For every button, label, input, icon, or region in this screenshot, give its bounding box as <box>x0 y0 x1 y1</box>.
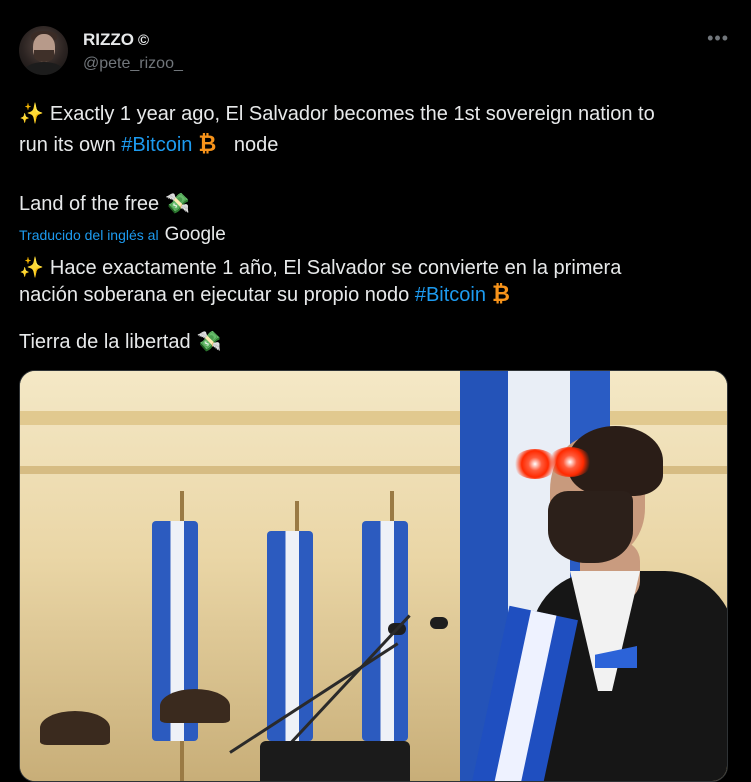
user-names: RIZZO © @pete_rizoo_ <box>83 30 183 73</box>
bitcoin-hashtag-link[interactable]: #Bitcoin <box>121 134 192 156</box>
person-beard <box>548 491 633 563</box>
tweet-header: RIZZO © @pete_rizoo_ ••• <box>19 22 731 78</box>
sparkle-icon: ✨ <box>19 257 44 279</box>
translated-text-line1: ✨ Hace exactamente 1 año, El Salvador se … <box>19 254 621 282</box>
translated-by-google[interactable]: Traducido del inglés al Google <box>19 224 226 246</box>
display-name-text[interactable]: RIZZO <box>83 30 134 50</box>
trans-line3-text: Tierra de la libertad <box>19 331 191 353</box>
money-icon: 💸 <box>196 331 222 353</box>
line3-text: Land of the free <box>19 193 160 215</box>
line2-suffix: node <box>233 134 279 156</box>
bitcoin-icon: ₿ <box>198 131 217 156</box>
translated-text-line2: nación soberana en ejecutar su propio no… <box>19 280 510 309</box>
google-logo: Google <box>164 224 226 245</box>
avatar-beard <box>34 50 54 62</box>
tweet-text-line2: run its own #Bitcoin ₿ node <box>19 130 278 159</box>
tweet-text-line3: Land of the free 💸 <box>19 190 190 218</box>
display-name[interactable]: RIZZO © <box>83 30 183 50</box>
tweet-media-image[interactable] <box>19 370 728 782</box>
podium <box>260 741 410 781</box>
more-options-icon[interactable]: ••• <box>707 28 729 49</box>
sparkle-icon: ✨ <box>19 103 44 125</box>
avatar-shirt <box>24 62 64 75</box>
microphone-head <box>430 617 448 629</box>
line1-text: Exactly 1 year ago, El Salvador becomes … <box>49 103 655 125</box>
translated-label: Traducido del inglés al <box>19 227 159 243</box>
guard-hat <box>40 711 110 745</box>
translated-text-line3: Tierra de la libertad 💸 <box>19 328 221 356</box>
bitcoin-icon: ₿ <box>492 281 510 306</box>
user-handle[interactable]: @pete_rizoo_ <box>83 55 183 73</box>
line2-prefix: run its own <box>19 134 122 156</box>
user-avatar[interactable] <box>19 26 68 75</box>
guard-hat <box>160 689 230 723</box>
flag-image <box>267 531 313 741</box>
bitcoin-hashtag-link[interactable]: #Bitcoin <box>415 284 486 306</box>
photo-wall-trim <box>20 411 727 425</box>
tweet-text-line1: ✨ Exactly 1 year ago, El Salvador becomes… <box>19 100 655 128</box>
trans-line1-text: Hace exactamente 1 año, El Salvador se c… <box>49 257 622 279</box>
laser-eye-right <box>548 447 592 477</box>
trans-line2-prefix: nación soberana en ejecutar su propio no… <box>19 284 415 306</box>
verified-icon: © <box>138 31 150 49</box>
money-icon: 💸 <box>165 193 191 215</box>
